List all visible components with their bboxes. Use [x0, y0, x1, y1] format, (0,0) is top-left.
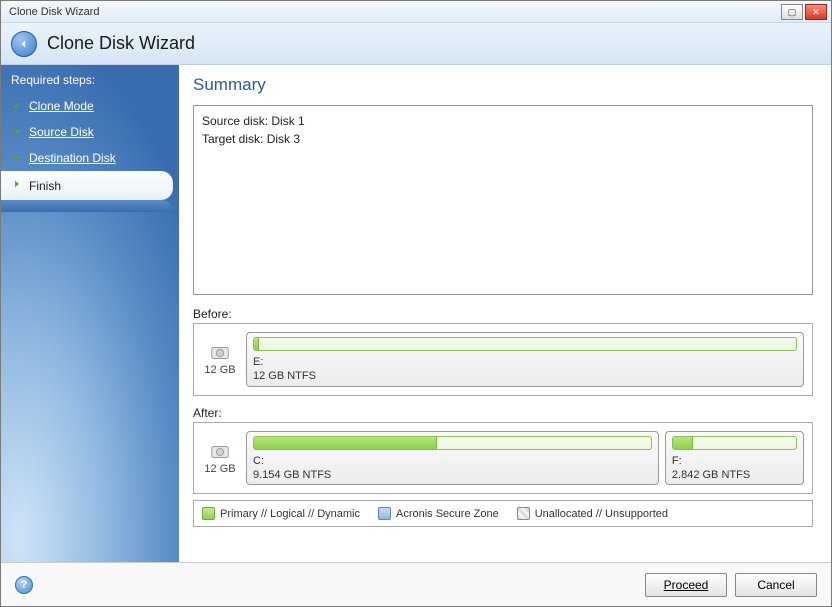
page-title: Summary	[193, 75, 813, 95]
legend-unallocated: Unallocated // Unsupported	[517, 507, 668, 520]
close-button[interactable]: ✕	[805, 4, 827, 20]
wizard-window: Clone Disk Wizard ▢ ✕ Clone Disk Wizard …	[0, 0, 832, 607]
disk-icon-col: 12 GB	[202, 332, 238, 387]
partition-fill	[254, 338, 259, 350]
back-button[interactable]	[11, 31, 37, 57]
check-icon	[11, 152, 23, 164]
swatch-primary-icon	[202, 507, 215, 520]
partition-bar	[253, 337, 797, 351]
titlebar-buttons: ▢ ✕	[781, 4, 827, 20]
legend-primary: Primary // Logical // Dynamic	[202, 507, 360, 520]
step-finish[interactable]: Finish	[1, 171, 173, 200]
help-button[interactable]: ?	[15, 576, 33, 594]
disk-size: 12 GB	[204, 463, 235, 475]
sidebar-heading: Required steps:	[1, 65, 179, 93]
step-label: Destination Disk	[29, 151, 116, 165]
partition-desc: 2.842 GB NTFS	[672, 468, 797, 482]
disk-icon	[209, 342, 231, 364]
sidebar-notch	[1, 200, 173, 212]
after-label: After:	[193, 406, 813, 420]
content: Summary Source disk: Disk 1 Target disk:…	[179, 65, 831, 562]
swatch-unallocated-icon	[517, 507, 530, 520]
sidebar: Required steps: Clone Mode Source Disk D…	[1, 65, 179, 562]
legend-label: Acronis Secure Zone	[396, 508, 499, 520]
step-destination-disk[interactable]: Destination Disk	[1, 145, 179, 171]
cancel-button[interactable]: Cancel	[735, 573, 817, 597]
after-partitions: C: 9.154 GB NTFS F: 2.842 GB NTFS	[246, 431, 804, 486]
before-partitions: E: 12 GB NTFS	[246, 332, 804, 387]
header-title: Clone Disk Wizard	[47, 33, 195, 54]
step-label: Source Disk	[29, 125, 94, 139]
partition-bar	[672, 436, 797, 450]
source-disk-line: Source disk: Disk 1	[202, 112, 804, 130]
target-disk-line: Target disk: Disk 3	[202, 130, 804, 148]
partition-letter: E:	[253, 355, 797, 369]
partition[interactable]: F: 2.842 GB NTFS	[665, 431, 804, 486]
partition[interactable]: C: 9.154 GB NTFS	[246, 431, 659, 486]
after-disk-panel: 12 GB C: 9.154 GB NTFS F: 2.842 GB NTFS	[193, 422, 813, 495]
legend-label: Unallocated // Unsupported	[535, 508, 668, 520]
titlebar-title: Clone Disk Wizard	[9, 6, 781, 18]
summary-info: Source disk: Disk 1 Target disk: Disk 3	[193, 105, 813, 295]
disk-icon	[209, 441, 231, 463]
disk-size: 12 GB	[204, 364, 235, 376]
partition[interactable]: E: 12 GB NTFS	[246, 332, 804, 387]
legend-label: Primary // Logical // Dynamic	[220, 508, 360, 520]
disk-icon-col: 12 GB	[202, 431, 238, 486]
step-source-disk[interactable]: Source Disk	[1, 119, 179, 145]
check-icon	[11, 126, 23, 138]
footer: ? Proceed Cancel	[1, 562, 831, 606]
arrow-left-icon	[17, 37, 31, 51]
step-label: Clone Mode	[29, 99, 94, 113]
before-disk-panel: 12 GB E: 12 GB NTFS	[193, 323, 813, 396]
arrow-right-icon	[11, 178, 23, 193]
partition-bar	[253, 436, 652, 450]
body: Required steps: Clone Mode Source Disk D…	[1, 65, 831, 562]
partition-fill	[673, 437, 693, 449]
step-clone-mode[interactable]: Clone Mode	[1, 93, 179, 119]
partition-desc: 9.154 GB NTFS	[253, 468, 652, 482]
swatch-secure-icon	[378, 507, 391, 520]
header: Clone Disk Wizard	[1, 23, 831, 65]
maximize-button[interactable]: ▢	[781, 4, 803, 20]
titlebar: Clone Disk Wizard ▢ ✕	[1, 1, 831, 23]
legend-secure-zone: Acronis Secure Zone	[378, 507, 499, 520]
legend: Primary // Logical // Dynamic Acronis Se…	[193, 500, 813, 527]
before-label: Before:	[193, 307, 813, 321]
partition-fill	[254, 437, 437, 449]
partition-desc: 12 GB NTFS	[253, 369, 797, 383]
step-label: Finish	[29, 179, 61, 193]
partition-letter: C:	[253, 454, 652, 468]
partition-letter: F:	[672, 454, 797, 468]
proceed-button[interactable]: Proceed	[645, 573, 727, 597]
check-icon	[11, 100, 23, 112]
